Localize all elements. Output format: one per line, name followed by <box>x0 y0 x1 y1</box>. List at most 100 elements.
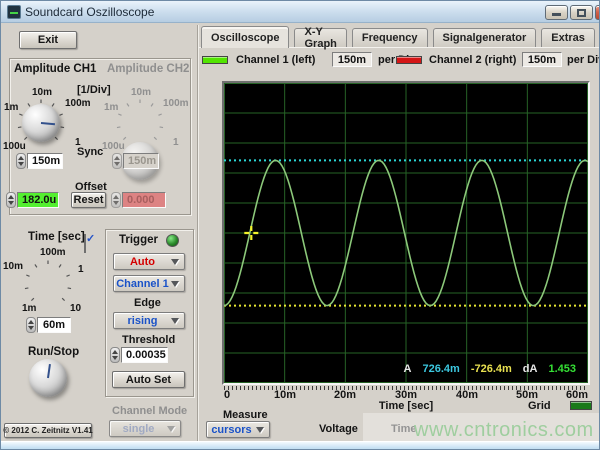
autoset-button[interactable]: Auto Set <box>112 371 185 388</box>
threshold-label: Threshold <box>122 334 176 346</box>
channel1-per-div-field[interactable]: 150m <box>332 52 372 67</box>
time-knob-label-10m: 10m <box>3 261 24 272</box>
threshold-spinner[interactable] <box>110 347 120 363</box>
time-knob-label-1m: 1m <box>22 303 37 314</box>
ch1-knob-label-100u: 100u <box>3 141 26 152</box>
readout-da-label: dA <box>522 363 538 375</box>
amplitude-ch2-knob-ticks <box>116 99 164 141</box>
autoset-label: Auto Set <box>125 373 172 386</box>
grid-color-swatch[interactable] <box>570 401 592 410</box>
amplitude-ch1-spinner[interactable] <box>16 153 26 169</box>
time-knob[interactable] <box>29 359 67 397</box>
maximize-button[interactable] <box>570 5 593 20</box>
measure-title: Measure <box>223 409 268 421</box>
cursor-readout: A 726.4m -726.4m dA 1.453 <box>404 363 576 375</box>
spinner-up-icon <box>114 156 120 160</box>
spinner-down-icon <box>8 201 14 205</box>
offset-ch1-value-field[interactable]: 182.0u <box>17 192 59 208</box>
spinner-up-icon <box>8 195 14 199</box>
trigger-mode-value: Auto <box>129 255 156 268</box>
tab-extras[interactable]: Extras <box>541 28 595 47</box>
trigger-source-dropdown[interactable]: Channel 1 <box>113 275 185 292</box>
dropdown-arrow-icon <box>171 280 179 287</box>
tab-label: Extras <box>551 32 585 44</box>
x-tick-0: 0 <box>224 389 231 401</box>
measure-mode-dropdown[interactable]: cursors <box>206 421 270 438</box>
trigger-source-value: Channel 1 <box>116 277 169 290</box>
dropdown-arrow-icon <box>256 426 264 433</box>
tab-label: Signalgenerator <box>442 32 527 44</box>
amplitude-ch1-knob[interactable] <box>22 104 60 142</box>
spinner-up-icon <box>113 195 119 199</box>
tab-frequency[interactable]: Frequency <box>351 28 428 47</box>
trigger-edge-dropdown[interactable]: rising <box>113 312 185 329</box>
dropdown-arrow-icon <box>171 317 179 324</box>
copyright-button: © 2012 C. Zeitnitz V1.41 <box>3 423 93 438</box>
tab-strip: Oscilloscope X-Y Graph Frequency Signalg… <box>201 26 599 50</box>
offset-reset-button[interactable]: Reset <box>71 192 106 208</box>
tab-xy-graph[interactable]: X-Y Graph <box>294 26 347 50</box>
dropdown-arrow-icon <box>167 425 175 432</box>
x-tick-40m: 40m <box>455 389 479 401</box>
scope-display[interactable]: A 726.4m -726.4m dA 1.453 <box>222 81 590 385</box>
spinner-down-icon <box>18 162 24 166</box>
offset-ch1-spinner[interactable] <box>6 192 16 208</box>
window-title: Soundcard Oszilloscope <box>25 5 155 19</box>
spinner-down-icon <box>112 356 118 360</box>
exit-label: Exit <box>37 34 59 46</box>
runstop-label: Run/Stop <box>28 346 80 358</box>
offset-ch2-value-field[interactable]: 0.000 <box>122 192 166 208</box>
readout-a-label: A <box>403 363 412 375</box>
channel-mode-dropdown[interactable]: single <box>109 420 181 437</box>
time-spinner[interactable] <box>26 317 36 333</box>
amplitude-ch2-title: Amplitude CH2 <box>107 63 190 75</box>
channel2-legend-label: Channel 2 (right) <box>429 54 517 66</box>
ch2-knob-label-1m: 1m <box>104 102 119 113</box>
soundcard-oscilloscope-window: Soundcard Oszilloscope Exit Amplitude CH… <box>0 0 600 450</box>
channel1-legend-label: Channel 1 (left) <box>236 54 316 66</box>
amplitude-ch1-value-field[interactable]: 150m <box>27 153 63 169</box>
waveform-plot[interactable] <box>223 83 589 383</box>
edge-label: Edge <box>134 297 161 309</box>
x-axis-title: Time [sec] <box>378 400 434 412</box>
time-knob-label-100m: 100m <box>40 247 66 258</box>
grid-label: Grid <box>528 400 551 412</box>
title-bar[interactable]: Soundcard Oszilloscope <box>1 1 599 23</box>
app-icon <box>7 5 21 19</box>
copyright-text: © 2012 C. Zeitnitz V1.41 <box>3 426 93 435</box>
x-tick-60m: 60m <box>565 389 588 401</box>
trigger-mode-dropdown[interactable]: Auto <box>113 253 185 270</box>
channel-mode-value: single <box>122 422 155 435</box>
readout-delta-value: 1.453 <box>548 363 576 375</box>
time-knob-label-1: 1 <box>78 264 84 275</box>
tab-oscilloscope[interactable]: Oscilloscope <box>201 26 290 48</box>
channel2-per-div-field[interactable]: 150m <box>522 52 562 67</box>
ch2-knob-label-100u: 100u <box>102 141 125 152</box>
readout-lower-value: -726.4m <box>470 363 512 375</box>
time-value-field[interactable]: 60m <box>37 317 71 333</box>
amplitude-ch2-spinner[interactable] <box>112 153 122 169</box>
trigger-title: Trigger <box>119 234 158 246</box>
readout-upper-value: 726.4m <box>422 363 460 375</box>
ch1-knob-label-100m: 100m <box>65 98 91 109</box>
ch2-knob-label-100m: 100m <box>163 98 189 109</box>
close-button[interactable] <box>595 5 599 20</box>
tab-signalgenerator[interactable]: Signalgenerator <box>432 28 537 47</box>
spinner-down-icon <box>114 162 120 166</box>
time-knob-label-10: 10 <box>70 303 82 314</box>
channel1-color-swatch <box>202 56 228 64</box>
time-knob-ticks <box>24 260 72 302</box>
minimize-icon <box>552 13 561 16</box>
amplitude-ch2-value-field[interactable]: 150m <box>123 153 159 169</box>
divider <box>197 25 199 441</box>
time-title: Time [sec] <box>28 231 85 243</box>
spinner-up-icon <box>28 320 34 324</box>
measure-mode-value: cursors <box>211 423 252 436</box>
minimize-button[interactable] <box>545 5 568 20</box>
spinner-down-icon <box>28 326 34 330</box>
exit-button[interactable]: Exit <box>19 31 77 49</box>
offset-ch2-spinner[interactable] <box>111 192 121 208</box>
threshold-value-field[interactable]: 0.00035 <box>121 347 168 363</box>
maximize-icon <box>577 9 586 17</box>
x-tick-20m: 20m <box>333 389 357 401</box>
